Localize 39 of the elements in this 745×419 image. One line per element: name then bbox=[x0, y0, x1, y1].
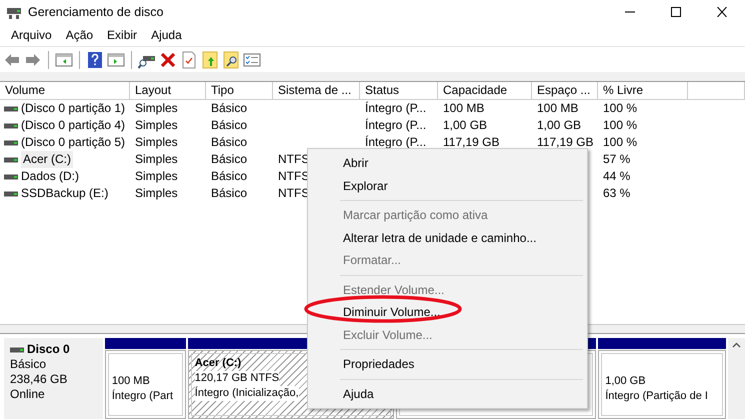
table-cell: 100 MB bbox=[537, 101, 578, 115]
table-cell: Básico bbox=[211, 169, 248, 183]
table-cell: Básico bbox=[211, 118, 248, 132]
table-cell: Simples bbox=[135, 101, 178, 115]
table-cell: 1,00 GB bbox=[443, 118, 488, 132]
table-cell: Simples bbox=[135, 169, 178, 183]
partition-detail: 100 MB bbox=[112, 374, 150, 389]
table-cell: Básico bbox=[211, 152, 248, 166]
disk-detail: 238,46 GB bbox=[10, 372, 68, 387]
partition-detail: 1,00 GB bbox=[605, 374, 646, 389]
table-cell: 57 % bbox=[603, 152, 630, 166]
table-cell: Básico bbox=[211, 101, 248, 115]
table-cell: 100 % bbox=[603, 101, 638, 115]
partition-detail: 120,17 GB NTFS bbox=[194, 371, 280, 386]
table-cell: 117,19 GB bbox=[443, 135, 500, 149]
table-cell: Íntegro (P... bbox=[365, 135, 426, 149]
partition-detail: Íntegro (Partição de I bbox=[605, 389, 708, 404]
table-cell: Íntegro (P... bbox=[365, 101, 426, 115]
table-cell: 63 % bbox=[603, 186, 630, 200]
disk-detail: Online bbox=[10, 387, 46, 402]
partition-detail: Íntegro (Inicialização, bbox=[194, 386, 299, 401]
table-cell: Simples bbox=[135, 152, 178, 166]
partition-detail: Íntegro (Part bbox=[112, 389, 174, 404]
disk-name: Disco 0 bbox=[27, 342, 70, 357]
table-cell: Simples bbox=[135, 135, 178, 149]
table-cell: 1,00 GB bbox=[537, 118, 582, 132]
window-title: Gerenciamento de disco bbox=[28, 4, 164, 21]
table-cell: 117,19 GB bbox=[537, 135, 594, 149]
table-cell: Básico bbox=[211, 186, 248, 200]
table-cell: 100 MB bbox=[443, 101, 484, 115]
table-cell: 100 % bbox=[603, 135, 638, 149]
table-cell: Íntegro (P... bbox=[365, 118, 426, 132]
disk-detail: Básico bbox=[10, 357, 48, 372]
table-cell: Simples bbox=[135, 118, 178, 132]
table-cell: Básico bbox=[211, 135, 248, 149]
partition-title: Acer (C:) bbox=[194, 356, 242, 371]
table-cell: 100 % bbox=[603, 118, 638, 132]
table-cell: Simples bbox=[135, 186, 178, 200]
table-cell: 44 % bbox=[603, 169, 630, 183]
